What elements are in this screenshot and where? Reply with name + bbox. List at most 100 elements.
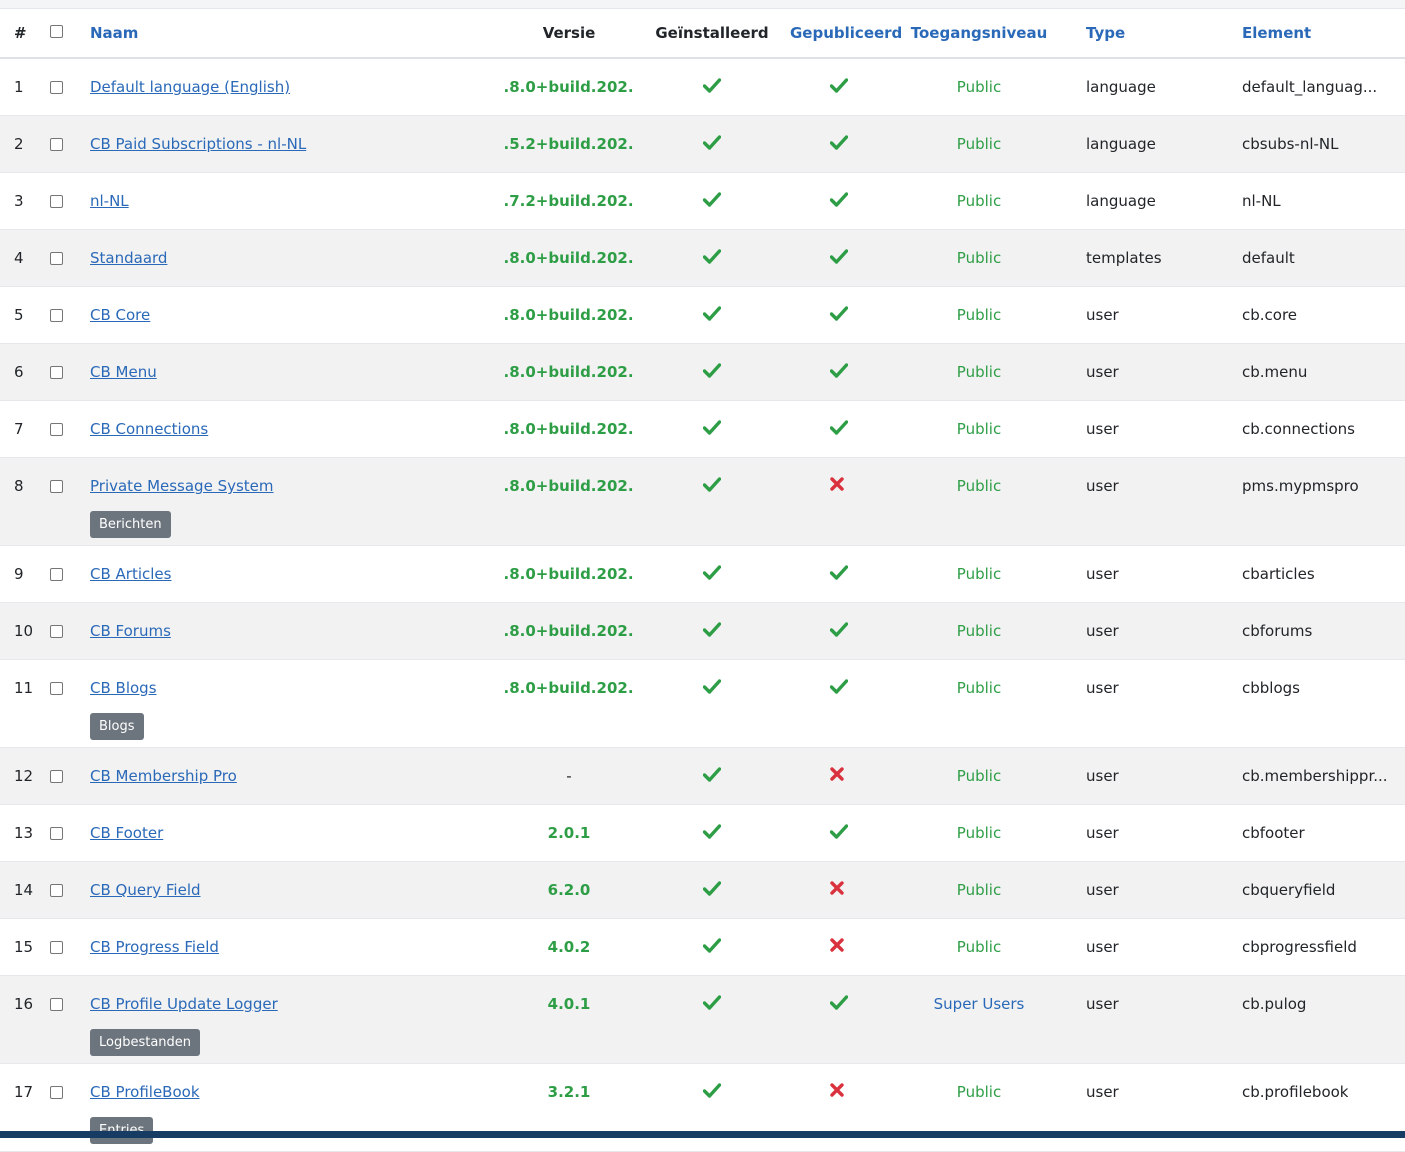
access-level: Public (956, 306, 1002, 324)
plugin-name-link[interactable]: Standaard (90, 249, 167, 267)
row-checkbox[interactable] (50, 422, 63, 436)
row-number: 8 (14, 477, 24, 495)
access-level: Public (956, 679, 1002, 697)
element-text: cbsubs-nl-NL (1242, 135, 1339, 153)
row-checkbox[interactable] (50, 567, 63, 581)
type-text: language (1086, 78, 1156, 96)
plugin-name-link[interactable]: CB Profile Update Logger (90, 995, 278, 1013)
row-checkbox[interactable] (50, 769, 63, 783)
row-checkbox[interactable] (50, 826, 63, 840)
plugins-table: # Naam Versie Geïnstalleerd Gepubliceerd… (0, 9, 1405, 1152)
published-check-icon[interactable] (829, 621, 849, 641)
installed-check-icon (702, 880, 722, 900)
unpublished-cross-icon[interactable] (830, 938, 844, 956)
row-checkbox[interactable] (50, 1085, 63, 1099)
plugin-name-link[interactable]: CB Membership Pro (90, 767, 237, 785)
published-check-icon[interactable] (829, 134, 849, 154)
col-header-name[interactable]: Naam (82, 9, 504, 59)
element-text: cbarticles (1242, 565, 1315, 583)
access-level: Public (956, 420, 1002, 438)
col-header-select-all[interactable] (40, 9, 82, 59)
published-check-icon[interactable] (829, 678, 849, 698)
element-text: cb.connections (1242, 420, 1355, 438)
row-checkbox[interactable] (50, 940, 63, 954)
published-check-icon[interactable] (829, 823, 849, 843)
table-row: 7 CB Connections 2.8.0+build.202... Public u… (0, 400, 1405, 458)
row-checkbox[interactable] (50, 194, 63, 208)
installed-check-icon (702, 994, 722, 1014)
row-number: 17 (14, 1083, 34, 1101)
installed-check-icon (702, 1082, 722, 1102)
table-row: 2 CB Paid Subscriptions - nl-NL 4.5.2+buil… (0, 115, 1405, 173)
row-checkbox[interactable] (50, 80, 63, 94)
row-checkbox[interactable] (50, 479, 63, 493)
published-check-icon[interactable] (829, 419, 849, 439)
plugin-name-link[interactable]: CB Core (90, 306, 150, 324)
plugin-name-link[interactable]: CB Blogs (90, 679, 157, 697)
row-checkbox[interactable] (50, 681, 63, 695)
col-header-type[interactable]: Type (1078, 9, 1234, 59)
row-checkbox[interactable] (50, 883, 63, 897)
access-level: Public (956, 249, 1002, 267)
published-check-icon[interactable] (829, 362, 849, 382)
row-number: 11 (14, 679, 34, 697)
row-checkbox[interactable] (50, 137, 63, 151)
plugin-name-link[interactable]: Default language (English) (90, 78, 290, 96)
unpublished-cross-icon[interactable] (830, 881, 844, 899)
col-header-num: # (0, 9, 40, 59)
table-row: 8 Private Message System Berichten 2.8.0+bu… (0, 457, 1405, 546)
access-level: Super Users (933, 995, 1025, 1013)
row-number: 4 (14, 249, 24, 267)
row-number: 13 (14, 824, 34, 842)
table-row: 1 Default language (English) 2.8.0+build.2… (0, 58, 1405, 116)
plugin-name-link[interactable]: CB Forums (90, 622, 171, 640)
col-header-access[interactable]: Toegangsniveau (880, 9, 1078, 59)
published-check-icon[interactable] (829, 564, 849, 584)
plugin-name-link[interactable]: nl-NL (90, 192, 129, 210)
published-check-icon[interactable] (829, 77, 849, 97)
unpublished-cross-icon[interactable] (830, 767, 844, 785)
row-checkbox[interactable] (50, 251, 63, 265)
select-all-checkbox[interactable] (50, 25, 63, 38)
row-number: 16 (14, 995, 34, 1013)
unpublished-cross-icon[interactable] (830, 1083, 844, 1101)
row-checkbox[interactable] (50, 624, 63, 638)
installed-check-icon (702, 419, 722, 439)
version-text: 2.8.0+build.202... (504, 363, 634, 381)
plugin-name-link[interactable]: CB Progress Field (90, 938, 219, 956)
row-checkbox[interactable] (50, 997, 63, 1011)
plugin-badge-button[interactable]: Blogs (90, 713, 144, 740)
plugin-name-link[interactable]: CB Connections (90, 420, 208, 438)
published-check-icon[interactable] (829, 994, 849, 1014)
published-check-icon[interactable] (829, 305, 849, 325)
element-text: default_languag... (1242, 78, 1378, 96)
installed-check-icon (702, 476, 722, 496)
table-row: 5 CB Core 2.8.0+build.202... Public user cb.c… (0, 286, 1405, 344)
plugin-name-link[interactable]: CB Articles (90, 565, 171, 583)
type-text: user (1086, 477, 1119, 495)
plugin-name-link[interactable]: Private Message System (90, 477, 274, 495)
installed-check-icon (702, 621, 722, 641)
element-text: cbforums (1242, 622, 1313, 640)
plugin-name-link[interactable]: CB Query Field (90, 881, 201, 899)
type-text: language (1086, 135, 1156, 153)
row-checkbox[interactable] (50, 365, 63, 379)
published-check-icon[interactable] (829, 191, 849, 211)
plugin-name-link[interactable]: CB ProfileBook (90, 1083, 200, 1101)
type-text: user (1086, 767, 1119, 785)
plugin-badge-button[interactable]: Berichten (90, 511, 171, 538)
table-row: 6 CB Menu 2.8.0+build.202... Public user cb.m… (0, 343, 1405, 401)
row-checkbox[interactable] (50, 308, 63, 322)
plugin-name-link[interactable]: CB Footer (90, 824, 163, 842)
plugin-name-link[interactable]: CB Paid Subscriptions - nl-NL (90, 135, 306, 153)
col-header-element[interactable]: Element (1234, 9, 1405, 59)
plugin-badge-button[interactable]: Logbestanden (90, 1029, 201, 1056)
unpublished-cross-icon[interactable] (830, 477, 844, 495)
element-text: pms.mypmspro (1242, 477, 1359, 495)
type-text: user (1086, 824, 1119, 842)
published-check-icon[interactable] (829, 248, 849, 268)
row-number: 5 (14, 306, 24, 324)
col-header-published[interactable]: Gepubliceerd (790, 9, 902, 59)
plugin-name-link[interactable]: CB Menu (90, 363, 157, 381)
type-text: user (1086, 622, 1119, 640)
